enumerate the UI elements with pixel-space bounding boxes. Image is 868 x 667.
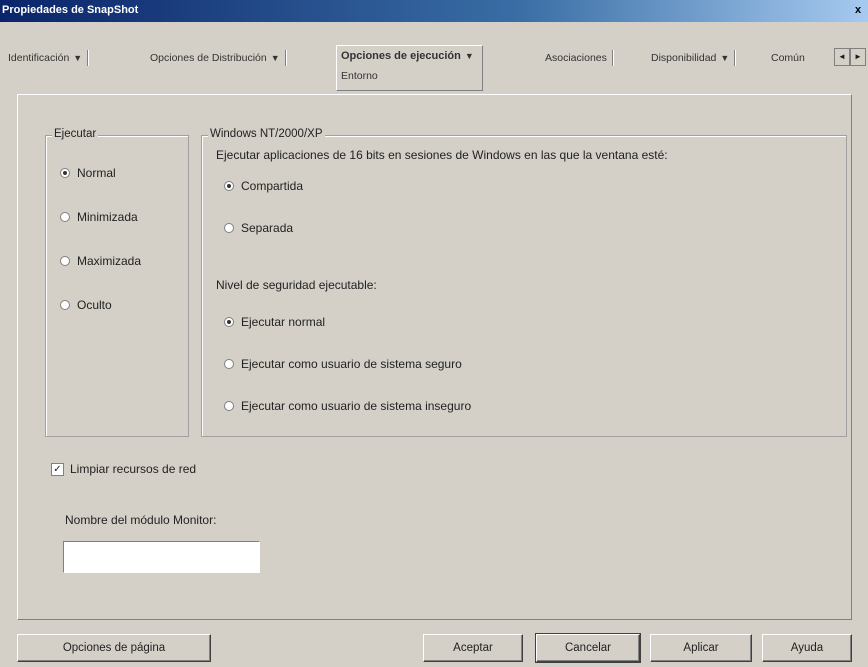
cancel-button[interactable]: Cancelar bbox=[535, 633, 641, 663]
radio-dot bbox=[60, 256, 70, 266]
radio-label: Minimizada bbox=[77, 210, 138, 224]
radio-maximizada[interactable]: Maximizada bbox=[60, 254, 141, 268]
apply-button[interactable]: Aplicar bbox=[650, 634, 752, 662]
tab-separator bbox=[87, 50, 89, 66]
title-bar: Propiedades de SnapShot x bbox=[0, 0, 868, 22]
radio-usuario-seguro[interactable]: Ejecutar como usuario de sistema seguro bbox=[224, 357, 462, 371]
check-icon: ✓ bbox=[51, 462, 64, 476]
tab-label: Asociaciones bbox=[545, 52, 607, 64]
tab-separator bbox=[284, 50, 286, 66]
radio-dot bbox=[60, 168, 70, 178]
tab-opciones-ejecucion[interactable]: Opciones de ejecución ▼ Entorno bbox=[336, 45, 483, 91]
ejecutar-legend: Ejecutar bbox=[52, 128, 99, 140]
tab-label: Disponibilidad bbox=[651, 52, 717, 64]
windows-legend: Windows NT/2000/XP bbox=[208, 128, 325, 140]
radio-dot bbox=[60, 212, 70, 222]
radio-label: Ejecutar como usuario de sistema seguro bbox=[241, 357, 462, 371]
radio-separada[interactable]: Separada bbox=[224, 221, 293, 235]
radio-label: Normal bbox=[77, 166, 116, 180]
radio-label: Maximizada bbox=[77, 254, 142, 268]
monitor-name-field[interactable] bbox=[63, 541, 260, 573]
radio-compartida[interactable]: Compartida bbox=[224, 179, 303, 193]
radio-ejecutar-normal[interactable]: Ejecutar normal bbox=[224, 315, 325, 329]
checkbox-label: Limpiar recursos de red bbox=[70, 462, 197, 476]
tab-scroll-left-icon[interactable]: ◄ bbox=[834, 48, 850, 66]
tab-disponibilidad[interactable]: Disponibilidad ▼ bbox=[651, 48, 736, 68]
radio-dot bbox=[224, 317, 234, 327]
radio-label: Compartida bbox=[241, 179, 304, 193]
accept-button[interactable]: Aceptar bbox=[423, 634, 523, 662]
radio-minimizada[interactable]: Minimizada bbox=[60, 210, 138, 224]
radio-dot bbox=[224, 223, 234, 233]
tab-opciones-distribucion[interactable]: Opciones de Distribución ▼ bbox=[150, 48, 286, 68]
radio-dot bbox=[224, 359, 234, 369]
session-question: Ejecutar aplicaciones de 16 bits en sesi… bbox=[216, 148, 668, 162]
limpiar-recursos-checkbox[interactable]: ✓ Limpiar recursos de red bbox=[51, 462, 196, 476]
window-title: Propiedades de SnapShot bbox=[2, 4, 139, 16]
page-options-button[interactable]: Opciones de página bbox=[17, 634, 211, 662]
tab-separator bbox=[734, 50, 736, 66]
chevron-down-icon: ▼ bbox=[464, 51, 474, 61]
help-button[interactable]: Ayuda bbox=[762, 634, 852, 662]
radio-label: Ejecutar como usuario de sistema insegur… bbox=[241, 399, 472, 413]
chevron-down-icon: ▼ bbox=[270, 53, 280, 63]
tab-asociaciones[interactable]: Asociaciones bbox=[545, 48, 613, 68]
radio-oculto[interactable]: Oculto bbox=[60, 298, 112, 312]
radio-dot bbox=[60, 300, 70, 310]
tab-label: Común bbox=[771, 52, 805, 64]
monitor-label: Nombre del módulo Monitor: bbox=[65, 513, 217, 527]
radio-label: Oculto bbox=[77, 298, 112, 312]
ejecutar-group: Ejecutar Normal Minimizada Maximizada Oc… bbox=[45, 128, 189, 437]
tab-separator bbox=[611, 50, 613, 66]
tab-label: Identificación bbox=[8, 52, 70, 64]
chevron-down-icon: ▼ bbox=[720, 53, 730, 63]
tab-comun[interactable]: Común bbox=[771, 48, 805, 68]
tab-label: Opciones de ejecución bbox=[341, 50, 461, 62]
content-panel: Ejecutar Normal Minimizada Maximizada Oc… bbox=[17, 94, 852, 620]
radio-normal[interactable]: Normal bbox=[60, 166, 116, 180]
radio-dot bbox=[224, 401, 234, 411]
tab-scroll-right-icon[interactable]: ► bbox=[850, 48, 866, 66]
tab-strip: Identificación ▼ Opciones de Distribución… bbox=[0, 45, 868, 91]
windows-group: Windows NT/2000/XP Ejecutar aplicaciones… bbox=[201, 128, 847, 437]
radio-usuario-inseguro[interactable]: Ejecutar como usuario de sistema insegur… bbox=[224, 399, 471, 413]
security-label: Nivel de seguridad ejecutable: bbox=[216, 278, 377, 292]
close-icon[interactable]: x bbox=[850, 3, 866, 17]
radio-dot bbox=[224, 181, 234, 191]
radio-label: Ejecutar normal bbox=[241, 315, 326, 329]
subtab-entorno[interactable]: Entorno bbox=[341, 66, 378, 86]
radio-label: Separada bbox=[241, 221, 294, 235]
chevron-down-icon: ▼ bbox=[73, 53, 83, 63]
tab-identificacion[interactable]: Identificación ▼ bbox=[8, 48, 89, 68]
tab-label: Opciones de Distribución bbox=[150, 52, 267, 64]
